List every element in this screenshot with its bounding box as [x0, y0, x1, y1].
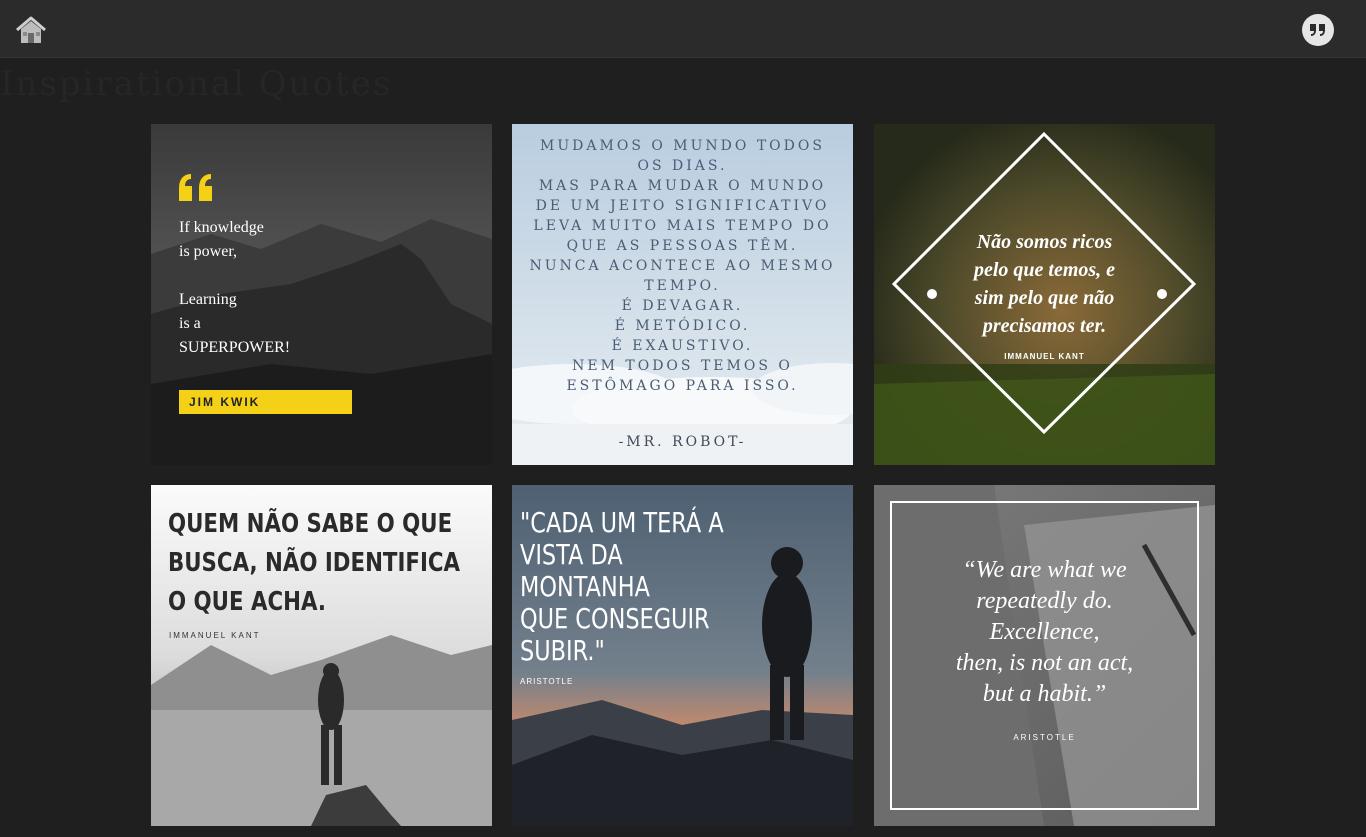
- quote-text: “We are what we repeatedly do. Excellenc…: [955, 557, 1134, 707]
- quotes-button[interactable]: [1302, 14, 1334, 46]
- quote-text: "CADA UM TERÁ A VISTA DA MONTANHA QUE CO…: [520, 506, 724, 667]
- top-bar: [0, 0, 1366, 58]
- quote-author: IMMANUEL KANT: [1004, 352, 1085, 361]
- page-title: Inspirational Quotes: [0, 64, 393, 104]
- quote-author: IMMANUEL KANT: [169, 631, 261, 640]
- quote-author: ARISTOTLE: [1013, 733, 1076, 742]
- quote-text: QUEM NÃO SABE O QUE BUSCA, NÃO IDENTIFIC…: [168, 509, 461, 617]
- quote-author: ARISTOTLE: [520, 677, 574, 686]
- quote-card-2[interactable]: MUDAMOS O MUNDO TODOS OS DIAS. MAS PARA …: [512, 124, 853, 465]
- quote-card-6[interactable]: “We are what we repeatedly do. Excellenc…: [874, 485, 1215, 826]
- quote-author: JIM KWIK: [179, 390, 352, 414]
- quote-mark-icon: [179, 174, 212, 201]
- quote-card-3[interactable]: Não somos ricos pelo que temos, e sim pe…: [874, 124, 1215, 465]
- quote-text: If knowledge is power, Learning is a SUP…: [179, 219, 291, 356]
- quote-text: Não somos ricos pelo que temos, e sim pe…: [973, 231, 1116, 337]
- quote-card-5[interactable]: "CADA UM TERÁ A VISTA DA MONTANHA QUE CO…: [512, 485, 853, 826]
- quote-icon: [1310, 24, 1325, 36]
- home-icon: [16, 16, 46, 43]
- home-button[interactable]: [14, 14, 48, 46]
- quote-text: MUDAMOS O MUNDO TODOS OS DIAS. MAS PARA …: [529, 138, 836, 394]
- quote-card-4[interactable]: QUEM NÃO SABE O QUE BUSCA, NÃO IDENTIFIC…: [151, 485, 492, 826]
- quote-card-1[interactable]: If knowledge is power, Learning is a SUP…: [151, 124, 492, 465]
- quote-author: -MR. ROBOT-: [618, 434, 747, 450]
